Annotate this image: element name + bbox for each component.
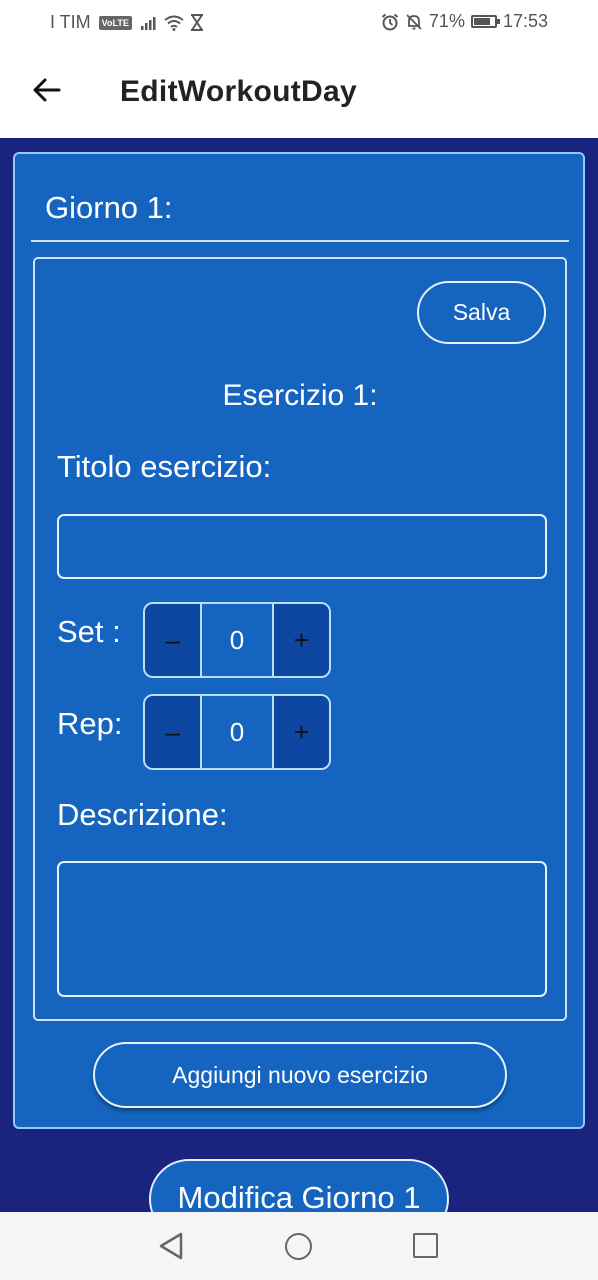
hourglass-icon (190, 14, 203, 31)
description-input[interactable] (57, 861, 547, 997)
battery-icon (470, 15, 500, 28)
rep-value[interactable]: 0 (200, 696, 274, 768)
system-nav-bar (0, 1212, 598, 1280)
day-title: Giorno 1: (45, 190, 173, 225)
alarm-icon (381, 13, 399, 30)
set-decrement-button[interactable]: – (145, 604, 200, 676)
rep-decrement-button[interactable]: – (145, 696, 200, 768)
rep-increment-button[interactable]: + (274, 696, 329, 768)
set-stepper: – 0 + (143, 602, 331, 678)
status-bar: I TIM VoLTE 71% 17:53 (0, 0, 598, 45)
nav-recents-icon[interactable] (413, 1233, 438, 1258)
clock: 17:53 (502, 11, 548, 31)
arrow-left-icon[interactable] (30, 73, 64, 107)
save-button[interactable]: Salva (417, 281, 546, 344)
mute-icon (406, 13, 422, 30)
day-card: Giorno 1: Salva Esercizio 1: Titolo eser… (13, 152, 585, 1129)
carrier-label: I TIM (50, 12, 91, 32)
exercise-title-input[interactable] (57, 514, 547, 579)
exercise-title: Esercizio 1: (222, 379, 378, 412)
exercise-card: Salva Esercizio 1: Titolo esercizio: Set… (33, 257, 567, 1021)
rep-label: Rep: (57, 706, 123, 741)
set-value[interactable]: 0 (200, 604, 274, 676)
signal-icon (140, 16, 156, 30)
description-label: Descrizione: (57, 797, 228, 832)
battery-percent: 71% (428, 11, 465, 31)
status-right: 71% 17:53 (381, 11, 548, 32)
page-title: EditWorkoutDay (120, 75, 357, 108)
app-bar: EditWorkoutDay (0, 45, 598, 138)
status-left: I TIM VoLTE (50, 12, 204, 33)
rep-stepper: – 0 + (143, 694, 331, 770)
add-exercise-button[interactable]: Aggiungi nuovo esercizio (93, 1042, 507, 1108)
wifi-icon (164, 15, 184, 31)
exercise-title-label: Titolo esercizio: (57, 449, 272, 484)
volte-badge: VoLTE (98, 15, 132, 30)
set-label: Set : (57, 614, 121, 649)
status-icons-left (140, 14, 204, 31)
set-increment-button[interactable]: + (274, 604, 329, 676)
day-divider (31, 240, 569, 242)
nav-back-icon[interactable] (158, 1232, 184, 1260)
nav-home-icon[interactable] (285, 1233, 312, 1260)
